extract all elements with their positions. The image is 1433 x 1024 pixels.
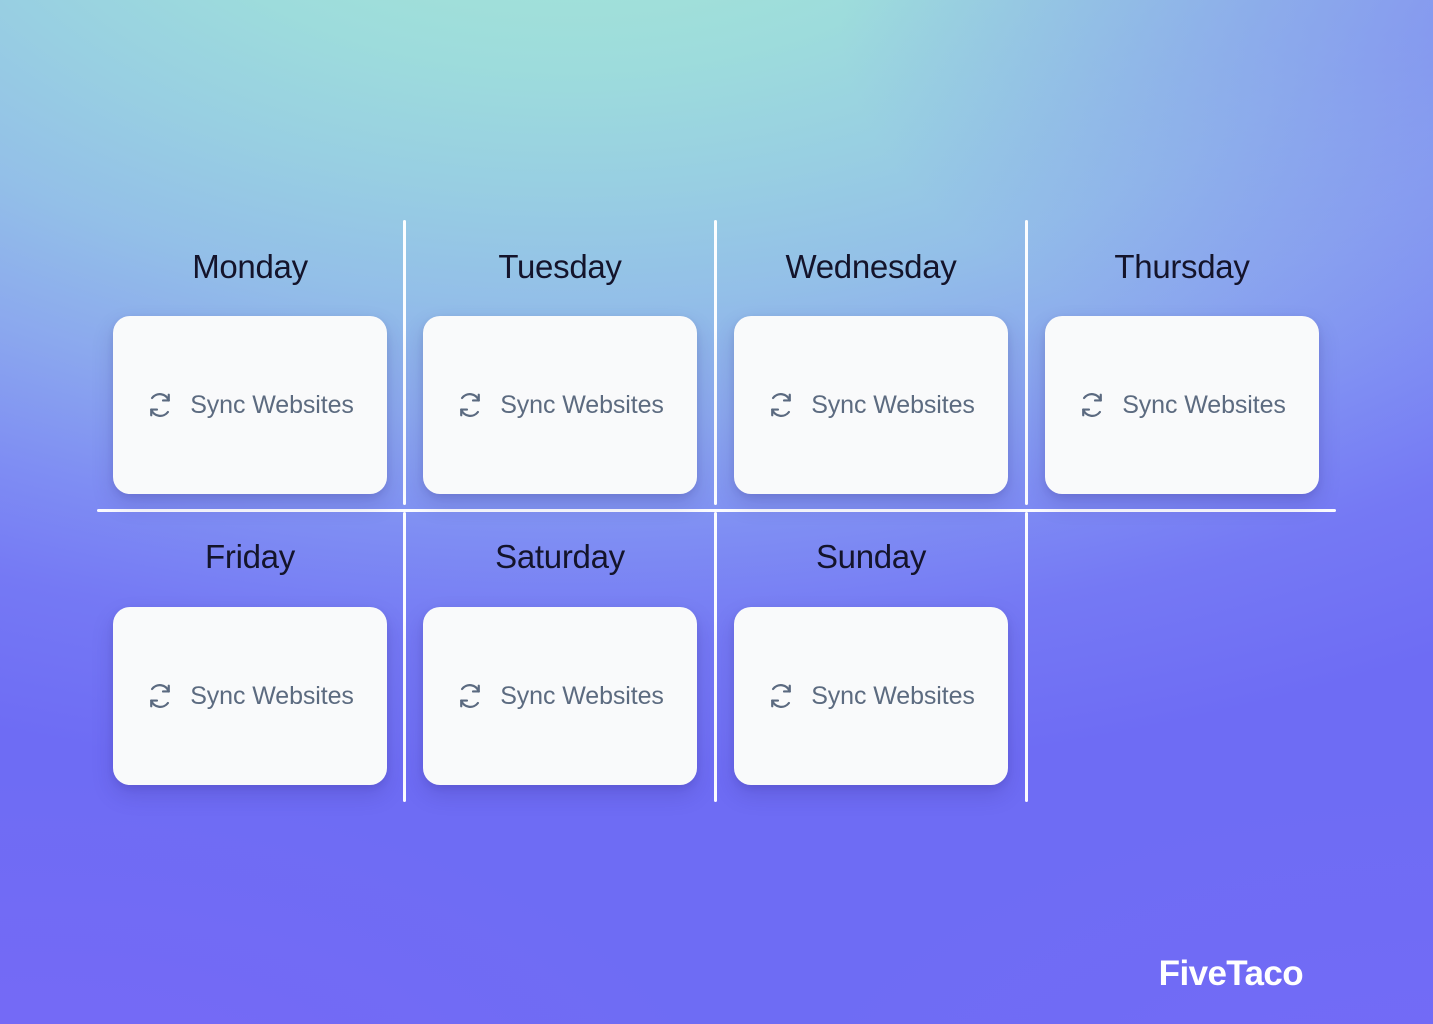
sync-icon bbox=[150, 393, 171, 417]
day-title-tuesday: Tuesday bbox=[498, 248, 622, 285]
task-card-monday[interactable]: Sync Websites bbox=[113, 316, 387, 494]
task-content: Sync Websites bbox=[146, 391, 354, 420]
grid-divider-vertical-5 bbox=[714, 512, 717, 802]
sync-icon bbox=[460, 684, 481, 708]
day-title-monday: Monday bbox=[192, 248, 308, 285]
task-card-wednesday[interactable]: Sync Websites bbox=[734, 316, 1008, 494]
weekly-schedule-grid: Monday Sync Websites Tuesday Sync Websit… bbox=[0, 0, 1433, 1024]
task-label: Sync Websites bbox=[190, 681, 354, 710]
task-card-friday[interactable]: Sync Websites bbox=[113, 607, 387, 785]
grid-divider-vertical-4 bbox=[403, 512, 406, 802]
task-card-saturday[interactable]: Sync Websites bbox=[423, 607, 697, 785]
day-cell-tuesday: Tuesday Sync Websites bbox=[407, 220, 713, 505]
task-card-sunday[interactable]: Sync Websites bbox=[734, 607, 1008, 785]
day-cell-wednesday: Wednesday Sync Websites bbox=[718, 220, 1024, 505]
task-content: Sync Websites bbox=[767, 391, 975, 420]
task-content: Sync Websites bbox=[767, 682, 975, 711]
day-cell-saturday: Saturday Sync Websites bbox=[407, 512, 713, 802]
task-card-tuesday[interactable]: Sync Websites bbox=[423, 316, 697, 494]
sync-icon bbox=[460, 393, 481, 417]
sync-icon bbox=[771, 684, 792, 708]
grid-divider-vertical-3 bbox=[1025, 220, 1028, 505]
day-cell-monday: Monday Sync Websites bbox=[97, 220, 403, 505]
brand-wordmark: FiveTaco bbox=[1158, 954, 1304, 993]
task-label: Sync Websites bbox=[1122, 390, 1286, 419]
day-cell-sunday: Sunday Sync Websites bbox=[718, 512, 1024, 802]
task-label: Sync Websites bbox=[190, 390, 354, 419]
day-cell-thursday: Thursday Sync Websites bbox=[1029, 220, 1335, 505]
task-content: Sync Websites bbox=[456, 682, 664, 711]
sync-icon bbox=[1082, 393, 1103, 417]
day-title-sunday: Sunday bbox=[815, 538, 927, 575]
grid-divider-vertical-1 bbox=[403, 220, 406, 505]
sync-icon bbox=[771, 393, 792, 417]
sync-icon bbox=[150, 684, 171, 708]
day-title-wednesday: Wednesday bbox=[785, 248, 957, 285]
task-label: Sync Websites bbox=[811, 681, 975, 710]
grid-divider-vertical-6 bbox=[1025, 512, 1028, 802]
grid-divider-vertical-2 bbox=[714, 220, 717, 505]
task-label: Sync Websites bbox=[500, 681, 664, 710]
task-content: Sync Websites bbox=[146, 682, 354, 711]
task-card-thursday[interactable]: Sync Websites bbox=[1045, 316, 1319, 494]
task-label: Sync Websites bbox=[811, 390, 975, 419]
task-content: Sync Websites bbox=[456, 391, 664, 420]
task-content: Sync Websites bbox=[1078, 391, 1286, 420]
day-title-friday: Friday bbox=[205, 538, 295, 575]
day-title-saturday: Saturday bbox=[495, 538, 625, 575]
day-title-thursday: Thursday bbox=[1114, 248, 1250, 285]
task-label: Sync Websites bbox=[500, 390, 664, 419]
day-cell-friday: Friday Sync Websites bbox=[97, 512, 403, 802]
